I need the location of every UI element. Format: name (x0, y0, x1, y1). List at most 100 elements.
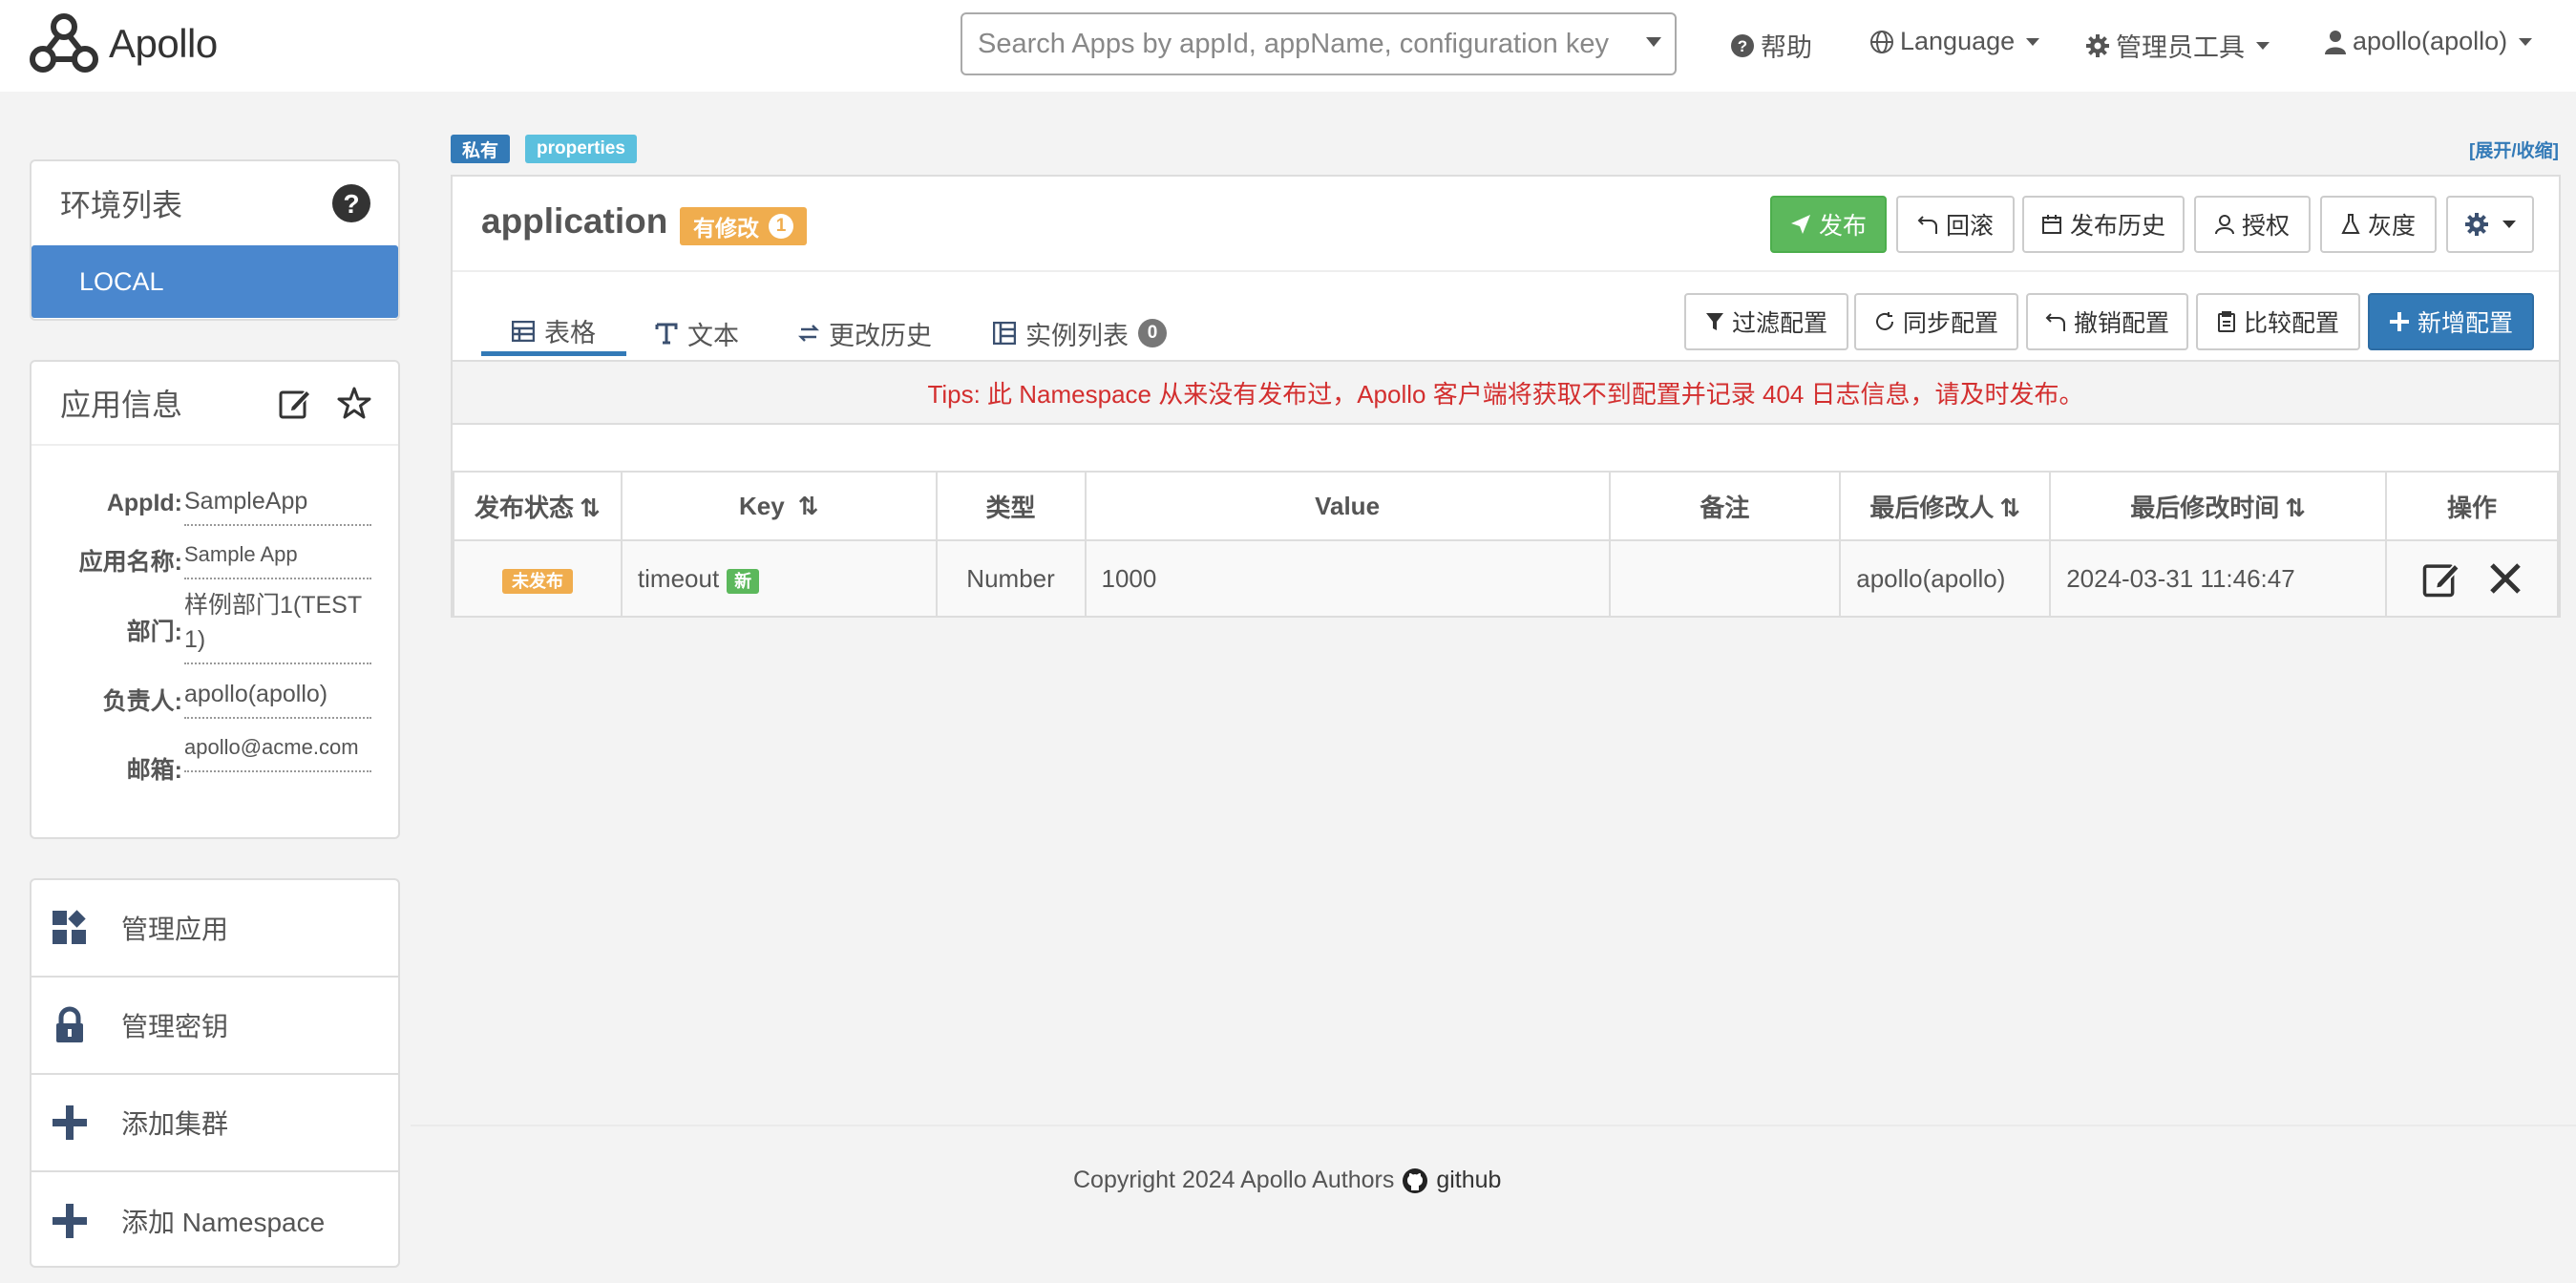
apollo-logo[interactable]: Apollo (27, 10, 218, 78)
user-menu[interactable]: apollo(apollo) (2324, 27, 2533, 56)
add-config-button[interactable]: 新增配置 (2368, 293, 2534, 350)
refresh-icon (1876, 312, 1893, 330)
filter-config-button[interactable]: 过滤配置 (1684, 293, 1848, 350)
appid-label: AppId: (106, 490, 182, 516)
instances-count: 0 (1138, 319, 1167, 347)
help-link[interactable]: ? 帮助 (1730, 27, 1812, 64)
tab-table-label: 表格 (544, 319, 596, 347)
user-icon (2325, 30, 2346, 54)
release-history-label: 发布历史 (2069, 213, 2165, 240)
app-info-header: 应用信息 (32, 362, 398, 446)
copyright-text: Copyright 2024 Apollo Authors (1073, 1167, 1395, 1193)
cell-modifier: apollo(apollo) (1839, 539, 2052, 618)
question-circle-icon[interactable]: ? (331, 183, 371, 223)
add-namespace-label: 添加 Namespace (121, 1208, 326, 1237)
plus-icon (53, 1105, 87, 1140)
compare-config-button[interactable]: 比较配置 (2196, 293, 2360, 350)
footer-divider (411, 1125, 2576, 1126)
gear-icon (2465, 213, 2488, 236)
tab-instances[interactable]: 实例列表 0 (993, 310, 1167, 356)
column-header-modifier[interactable]: 最后修改人 ⇅ (1839, 471, 2052, 541)
edit-icon[interactable] (278, 386, 312, 420)
language-label: Language (1900, 27, 2016, 55)
new-badge: 新 (727, 568, 760, 594)
tab-table[interactable]: 表格 (481, 310, 626, 356)
column-header-key[interactable]: Key ⇅ (620, 471, 938, 541)
plus-icon (53, 1204, 87, 1238)
rollback-button[interactable]: 回滚 (1896, 196, 2015, 253)
appid-value: SampleApp (184, 484, 371, 526)
rollback-label: 回滚 (1945, 213, 1994, 240)
email-value: apollo@acme.com (184, 730, 371, 772)
grant-button[interactable]: 授权 (2194, 196, 2311, 253)
revoke-config-button[interactable]: 撤销配置 (2026, 293, 2188, 350)
chevron-down-icon (2026, 37, 2040, 46)
config-table: 发布状态 ⇅ Key ⇅ 类型 Value 备注 最后修改人 ⇅ 最后修改时间 ⇅ 操作… (453, 471, 2559, 618)
tab-change-history-label: 更改历史 (829, 321, 932, 350)
env-item-local[interactable]: LOCAL (32, 245, 398, 318)
language-menu[interactable]: Language (1869, 27, 2040, 56)
gray-release-button[interactable]: 灰度 (2320, 196, 2437, 253)
footer: Copyright 2024 Apollo Authors github (1073, 1167, 1501, 1194)
svg-text:?: ? (1738, 37, 1747, 55)
tab-instances-label: 实例列表 (1025, 321, 1129, 350)
column-header-status[interactable]: 发布状态 ⇅ (453, 471, 623, 541)
cell-actions (2385, 539, 2559, 618)
star-icon[interactable] (337, 386, 371, 420)
edit-icon[interactable] (2421, 558, 2461, 599)
sort-icon: ⇅ (580, 493, 601, 522)
add-cluster-button[interactable]: 添加集群 (32, 1075, 398, 1172)
apollo-logo-icon (30, 13, 98, 73)
chevron-down-icon (2256, 41, 2270, 50)
env-list-header: 环境列表 ? (32, 161, 398, 245)
cell-comment (1608, 539, 1842, 618)
admin-tools-menu[interactable]: 管理员工具 (2085, 27, 2270, 64)
search-box[interactable] (961, 12, 1677, 75)
navbar: Apollo ? 帮助 Language 管理员工具 apollo(apollo… (0, 0, 2576, 92)
owner-label: 负责人: (102, 688, 182, 715)
delete-icon[interactable] (2488, 561, 2523, 596)
dashboard-icon (53, 910, 86, 944)
search-dropdown-icon[interactable] (1646, 37, 1661, 47)
tab-text-label: 文本 (687, 321, 739, 350)
modified-badge: 有修改 1 (680, 207, 807, 245)
column-header-actions: 操作 (2385, 471, 2559, 541)
admin-tools-label: 管理员工具 (2116, 33, 2245, 62)
tab-change-history[interactable]: 更改历史 (798, 310, 932, 356)
gear-icon (2086, 33, 2109, 57)
manage-app-button[interactable]: 管理应用 (32, 880, 398, 978)
namespace-title: application (481, 201, 668, 241)
undo-icon (1917, 216, 1937, 234)
owner-value: apollo(apollo) (184, 677, 371, 719)
table-header-row: 发布状态 ⇅ Key ⇅ 类型 Value 备注 最后修改人 ⇅ 最后修改时间 ⇅ 操作 (453, 471, 2559, 541)
filter-icon (1705, 313, 1723, 330)
modified-count: 1 (769, 214, 793, 239)
publish-button[interactable]: 发布 (1770, 196, 1887, 253)
release-history-button[interactable]: 发布历史 (2022, 196, 2185, 253)
tab-text[interactable]: 文本 (655, 310, 739, 356)
search-input[interactable] (962, 14, 1621, 74)
plus-icon (2389, 312, 2409, 331)
add-config-label: 新增配置 (2417, 310, 2513, 337)
sort-icon: ⇅ (1999, 493, 2021, 522)
appname-label: 应用名称: (78, 549, 182, 576)
add-cluster-label: 添加集群 (121, 1109, 229, 1139)
user-label: apollo(apollo) (2353, 27, 2508, 55)
instances-icon (993, 322, 1016, 345)
email-label: 邮箱: (126, 757, 182, 784)
filter-config-label: 过滤配置 (1731, 310, 1827, 337)
column-header-value: Value (1084, 471, 1611, 541)
app-name: Apollo (109, 21, 218, 66)
cell-modified-time: 2024-03-31 11:46:47 (2049, 539, 2388, 618)
expand-collapse-link[interactable]: [展开/收缩] (2469, 137, 2559, 162)
github-link[interactable]: github (1436, 1167, 1501, 1194)
sync-config-button[interactable]: 同步配置 (1854, 293, 2018, 350)
column-header-modified-time[interactable]: 最后修改时间 ⇅ (2049, 471, 2388, 541)
calendar-icon (2041, 215, 2061, 234)
question-circle-icon: ? (1731, 33, 1754, 57)
add-namespace-button[interactable]: 添加 Namespace (32, 1172, 398, 1270)
unpublished-tips: Tips: 此 Namespace 从来没有发布过，Apollo 客户端将获取不… (453, 360, 2559, 425)
appname-value: Sample App (184, 537, 371, 579)
settings-button[interactable] (2446, 196, 2534, 253)
manage-secret-button[interactable]: 管理密钥 (32, 978, 398, 1075)
